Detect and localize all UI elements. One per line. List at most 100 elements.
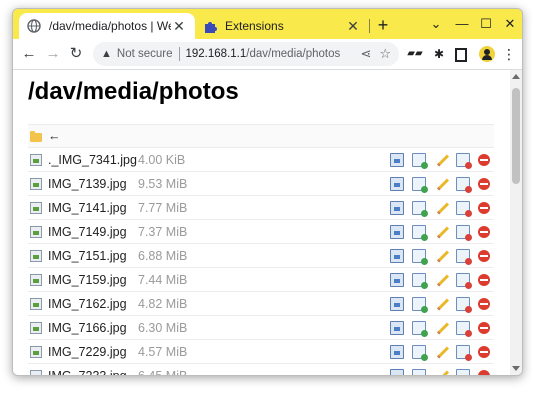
url-host: 192.168.1.1 [185, 48, 247, 60]
delete-icon[interactable] [478, 249, 490, 262]
download-icon[interactable] [390, 296, 404, 311]
move-icon[interactable] [456, 248, 472, 265]
image-file-icon [30, 273, 42, 286]
copy-icon[interactable] [412, 344, 428, 361]
file-name-link[interactable]: IMG_7141.jpg [48, 201, 138, 215]
download-icon[interactable] [390, 200, 404, 215]
copy-icon[interactable] [412, 200, 428, 217]
file-name-link[interactable]: IMG_7139.jpg [48, 177, 138, 191]
file-name-link[interactable]: ._IMG_7341.jpg [48, 153, 138, 167]
tab-search-chevron-icon[interactable]: ⌄ [427, 15, 445, 33]
move-icon[interactable] [456, 176, 472, 193]
copy-icon[interactable] [412, 320, 428, 337]
extension-icon[interactable]: ▰▰ [407, 46, 423, 62]
delete-icon[interactable] [478, 321, 490, 334]
warning-icon[interactable]: ▲ [101, 48, 112, 60]
page-content: /dav/media/photos ← ._IMG_7341.jpg 4.00 K… [13, 70, 510, 375]
rename-pencil-icon[interactable] [434, 369, 448, 376]
copy-icon[interactable] [412, 176, 428, 193]
download-icon[interactable] [390, 152, 404, 167]
rename-pencil-icon[interactable] [434, 177, 448, 191]
download-icon[interactable] [390, 248, 404, 263]
tab-extensions[interactable]: Extensions ✕ [195, 13, 369, 39]
file-size: 7.37 MiB [138, 224, 188, 239]
file-name-link[interactable]: IMG_7166.jpg [48, 321, 138, 335]
close-tab-icon[interactable]: ✕ [171, 18, 187, 35]
extensions-puzzle-icon[interactable]: ✱ [431, 46, 447, 62]
download-icon[interactable] [390, 224, 404, 239]
window-close-icon[interactable]: ✕ [501, 15, 519, 33]
profile-avatar[interactable] [479, 46, 495, 62]
rename-pencil-icon[interactable] [434, 297, 448, 311]
delete-icon[interactable] [478, 225, 490, 238]
download-icon[interactable] [390, 272, 404, 287]
close-tab-icon[interactable]: ✕ [345, 18, 361, 35]
image-file-icon [30, 297, 42, 310]
security-status[interactable]: Not secure [117, 48, 173, 60]
delete-icon[interactable] [478, 369, 490, 375]
forward-icon[interactable]: → [43, 44, 63, 64]
file-name-link[interactable]: IMG_7151.jpg [48, 249, 138, 263]
copy-icon[interactable] [412, 368, 426, 375]
move-icon[interactable] [456, 272, 472, 289]
parent-directory-link[interactable]: ← [48, 129, 61, 143]
delete-icon[interactable] [478, 153, 490, 166]
move-icon[interactable] [456, 368, 470, 375]
image-file-icon [30, 201, 42, 214]
parent-directory-row[interactable]: ← [28, 124, 494, 148]
address-bar[interactable]: ▲ Not secure 192.168.1.1/dav/media/photo… [93, 42, 399, 66]
rename-pencil-icon[interactable] [434, 225, 448, 239]
rename-pencil-icon[interactable] [434, 273, 448, 287]
file-name-link[interactable]: IMG_7159.jpg [48, 273, 138, 287]
delete-icon[interactable] [478, 177, 490, 190]
scroll-down-arrow-icon[interactable] [512, 366, 520, 371]
vertical-scrollbar[interactable] [510, 70, 522, 375]
delete-icon[interactable] [478, 273, 490, 286]
rename-pencil-icon[interactable] [434, 201, 448, 215]
move-icon[interactable] [456, 152, 472, 169]
file-name-link[interactable]: IMG_7233.jpg [48, 369, 138, 376]
move-icon[interactable] [456, 224, 472, 241]
share-icon[interactable]: ⋖ [360, 46, 371, 62]
folder-icon [30, 130, 42, 142]
move-icon[interactable] [456, 344, 472, 361]
minimize-icon[interactable]: — [453, 15, 471, 33]
rename-pencil-icon[interactable] [434, 153, 448, 167]
download-icon[interactable] [390, 368, 404, 375]
move-icon[interactable] [456, 320, 472, 337]
copy-icon[interactable] [412, 152, 428, 169]
file-row: IMG_7141.jpg 7.77 MiB [28, 196, 494, 220]
download-icon[interactable] [390, 320, 404, 335]
file-size: 6.88 MiB [138, 248, 188, 263]
maximize-icon[interactable]: ☐ [477, 15, 495, 33]
rename-pencil-icon[interactable] [434, 345, 448, 359]
back-icon[interactable]: ← [19, 44, 39, 64]
tab-dav-media-photos[interactable]: /dav/media/photos | Web ✕ [19, 13, 195, 39]
reload-icon[interactable]: ↻ [66, 44, 86, 64]
file-name-link[interactable]: IMG_7149.jpg [48, 225, 138, 239]
new-tab-button[interactable]: + [371, 14, 395, 36]
move-icon[interactable] [456, 296, 472, 313]
file-actions [382, 176, 490, 193]
scroll-up-arrow-icon[interactable] [512, 74, 520, 79]
file-name-link[interactable]: IMG_7229.jpg [48, 345, 138, 359]
menu-kebab-icon[interactable]: ⋮ [501, 46, 517, 62]
copy-icon[interactable] [412, 296, 428, 313]
copy-icon[interactable] [412, 272, 428, 289]
scrollbar-thumb[interactable] [512, 88, 520, 184]
side-panel-icon[interactable] [455, 48, 467, 62]
file-name-link[interactable]: IMG_7162.jpg [48, 297, 138, 311]
delete-icon[interactable] [478, 345, 490, 358]
copy-icon[interactable] [412, 224, 428, 241]
file-row: IMG_7159.jpg 7.44 MiB [28, 268, 494, 292]
rename-pencil-icon[interactable] [434, 321, 448, 335]
download-icon[interactable] [390, 176, 404, 191]
url-text[interactable]: 192.168.1.1/dav/media/photos [186, 48, 353, 60]
delete-icon[interactable] [478, 201, 490, 214]
bookmark-star-icon[interactable]: ☆ [379, 46, 391, 62]
delete-icon[interactable] [478, 297, 490, 310]
rename-pencil-icon[interactable] [434, 249, 448, 263]
download-icon[interactable] [390, 344, 404, 359]
move-icon[interactable] [456, 200, 472, 217]
copy-icon[interactable] [412, 248, 428, 265]
